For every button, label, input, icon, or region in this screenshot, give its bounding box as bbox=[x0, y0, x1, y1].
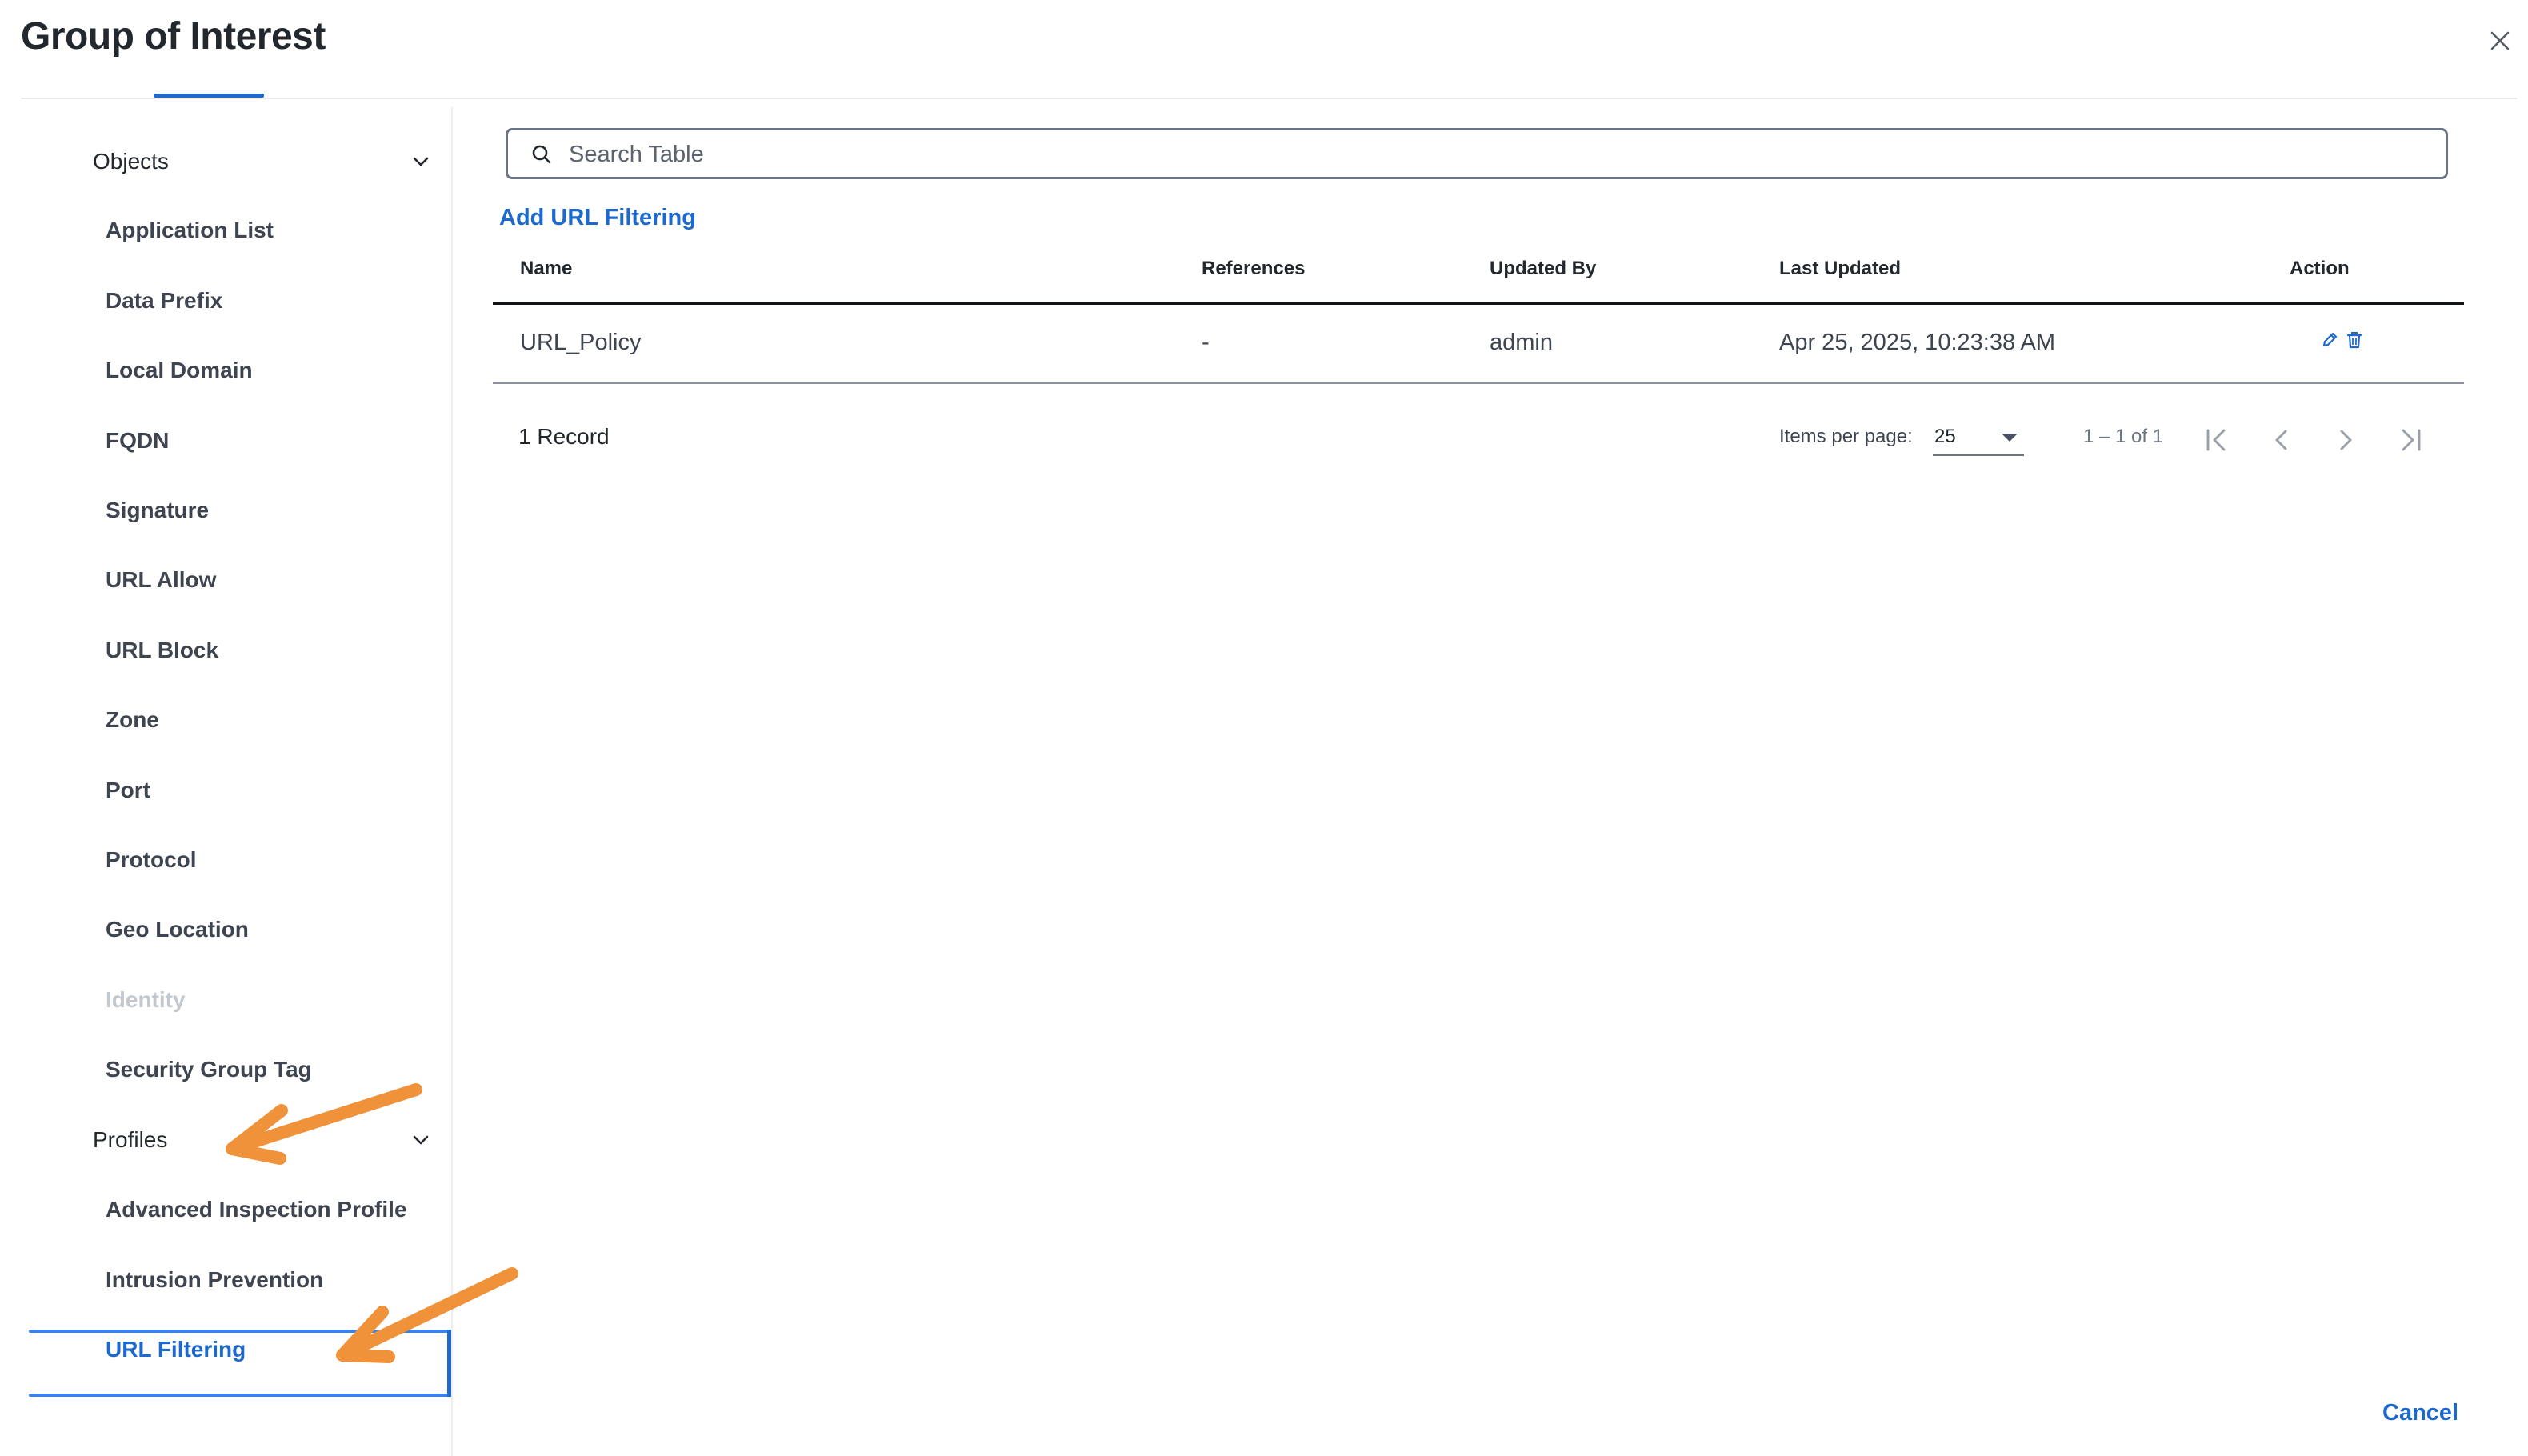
row-divider bbox=[493, 382, 2464, 384]
delete-icon[interactable] bbox=[2344, 330, 2365, 350]
sidebar-item-fqdn[interactable]: FQDN bbox=[106, 428, 169, 454]
sidebar-item-protocol[interactable]: Protocol bbox=[106, 847, 197, 873]
sidebar-item-application-list[interactable]: Application List bbox=[106, 218, 274, 243]
items-per-page-label: Items per page: bbox=[1779, 426, 1913, 447]
cell-references: - bbox=[1202, 330, 1210, 355]
sidebar-item-advanced-inspection-profile[interactable]: Advanced Inspection Profile bbox=[106, 1197, 407, 1222]
sidebar-item-local-domain[interactable]: Local Domain bbox=[106, 358, 253, 383]
first-page-icon[interactable] bbox=[2200, 422, 2235, 458]
sidebar-item-identity: Identity bbox=[106, 987, 186, 1012]
sidebar-group-profiles[interactable]: Profiles bbox=[93, 1127, 167, 1153]
edit-icon[interactable] bbox=[2320, 330, 2341, 350]
sidebar-item-url-block[interactable]: URL Block bbox=[106, 638, 218, 663]
sidebar-item-url-filtering[interactable]: URL Filtering bbox=[106, 1337, 246, 1362]
chevron-down-icon[interactable] bbox=[410, 150, 432, 173]
cell-last-updated: Apr 25, 2025, 10:23:38 AM bbox=[1779, 330, 2056, 355]
cancel-button[interactable]: Cancel bbox=[2382, 1400, 2458, 1426]
sidebar-item-zone[interactable]: Zone bbox=[106, 707, 159, 733]
search-icon bbox=[532, 145, 551, 164]
column-header-references[interactable]: References bbox=[1202, 258, 1305, 280]
sidebar-item-port[interactable]: Port bbox=[106, 778, 150, 803]
annotation-arrow-icon bbox=[226, 1083, 422, 1165]
items-per-page-select[interactable]: 25 bbox=[1933, 419, 2024, 456]
cell-updated-by: admin bbox=[1490, 330, 1553, 355]
cell-actions bbox=[2320, 330, 2365, 354]
sidebar-item-geo-location[interactable]: Geo Location bbox=[106, 917, 249, 942]
chevron-down-icon[interactable] bbox=[410, 1129, 432, 1151]
cell-name: URL_Policy bbox=[520, 330, 642, 355]
close-button[interactable] bbox=[2486, 27, 2514, 54]
search-box[interactable] bbox=[506, 128, 2448, 179]
sidebar-item-intrusion-prevention[interactable]: Intrusion Prevention bbox=[106, 1267, 323, 1293]
caret-down-icon bbox=[2002, 434, 2018, 442]
column-header-name[interactable]: Name bbox=[520, 258, 572, 280]
search-input[interactable] bbox=[567, 134, 2410, 175]
next-page-icon[interactable] bbox=[2328, 422, 2363, 458]
sidebar-item-url-allow[interactable]: URL Allow bbox=[106, 567, 216, 593]
sidebar-item-signature[interactable]: Signature bbox=[106, 498, 209, 523]
items-per-page-value: 25 bbox=[1934, 426, 1956, 447]
add-url-filtering-link[interactable]: Add URL Filtering bbox=[499, 205, 696, 231]
column-header-action: Action bbox=[2290, 258, 2350, 279]
previous-page-icon[interactable] bbox=[2264, 422, 2299, 458]
table-header-divider bbox=[493, 302, 2464, 305]
column-header-updated-by[interactable]: Updated By bbox=[1490, 258, 1596, 280]
annotation-arrows bbox=[226, 1083, 518, 1363]
pagination-range: 1 – 1 of 1 bbox=[2083, 426, 2164, 447]
sidebar-item-security-group-tag[interactable]: Security Group Tag bbox=[106, 1057, 312, 1082]
column-header-last-updated[interactable]: Last Updated bbox=[1779, 258, 1901, 280]
record-count: 1 Record bbox=[518, 424, 610, 449]
dialog-title: Group of Interest bbox=[21, 15, 326, 58]
close-icon bbox=[2490, 31, 2510, 50]
dialog-header: Group of Interest bbox=[0, 0, 2528, 99]
last-page-icon[interactable] bbox=[2392, 422, 2427, 458]
sidebar-item-data-prefix[interactable]: Data Prefix bbox=[106, 288, 222, 314]
header-divider bbox=[21, 98, 2517, 99]
sidebar-divider bbox=[451, 107, 453, 1456]
sidebar-group-objects[interactable]: Objects bbox=[93, 149, 169, 174]
